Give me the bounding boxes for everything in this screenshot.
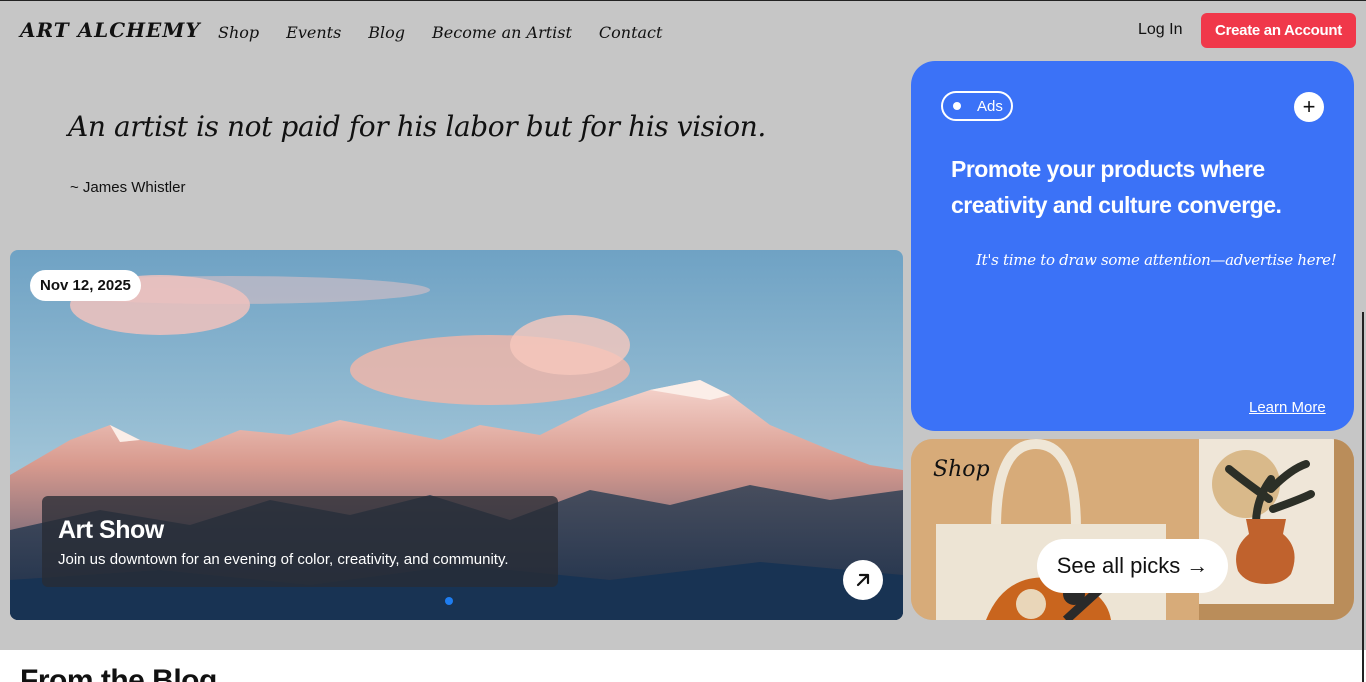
top-navigation: ART ALCHEMY Shop Events Blog Become an A…: [0, 0, 1366, 60]
quote-author: ~ James Whistler: [70, 179, 186, 196]
blog-section: From the Blog: [0, 650, 1366, 682]
see-all-picks-label: See all picks: [1056, 553, 1181, 578]
arrow-up-right-icon: [856, 573, 870, 587]
carousel-dot[interactable]: [445, 597, 453, 605]
shop-card[interactable]: Shop See all picks →: [911, 439, 1354, 620]
see-all-picks-button[interactable]: See all picks →: [1037, 539, 1228, 593]
event-info-card: Art Show Join us downtown for an evening…: [42, 496, 558, 587]
dot-icon: [953, 102, 961, 110]
event-title: Art Show: [58, 516, 164, 544]
shop-card-label: Shop: [933, 457, 990, 482]
event-description: Join us downtown for an evening of color…: [58, 551, 509, 568]
nav-blog[interactable]: Blog: [368, 23, 405, 42]
create-account-button[interactable]: Create an Account: [1201, 13, 1356, 48]
site-logo[interactable]: ART ALCHEMY: [20, 18, 201, 42]
plus-icon[interactable]: +: [1294, 92, 1324, 122]
arrow-right-icon: →: [1186, 553, 1209, 578]
ad-subtext: It's time to draw some attention—adverti…: [976, 251, 1337, 269]
nav-become-artist[interactable]: Become an Artist: [432, 23, 572, 42]
ads-badge-label: Ads: [977, 97, 1003, 115]
blog-section-title: From the Blog: [20, 664, 217, 682]
ads-badge: Ads: [941, 91, 1013, 121]
hero-quote: An artist is not paid for his labor but …: [68, 110, 766, 143]
ad-card: Ads + Promote your products where creati…: [911, 61, 1354, 431]
main-nav: Shop Events Blog Become an Artist Contac…: [218, 23, 662, 42]
event-date-badge: Nov 12, 2025: [30, 270, 141, 301]
learn-more-link[interactable]: Learn More: [1249, 399, 1326, 416]
ad-headline: Promote your products where creativity a…: [951, 156, 1282, 218]
scrollbar[interactable]: [1362, 312, 1364, 682]
open-event-button[interactable]: [843, 560, 883, 600]
nav-events[interactable]: Events: [286, 23, 341, 42]
login-link[interactable]: Log In: [1138, 21, 1182, 39]
nav-contact[interactable]: Contact: [599, 23, 663, 42]
nav-shop[interactable]: Shop: [218, 23, 259, 42]
